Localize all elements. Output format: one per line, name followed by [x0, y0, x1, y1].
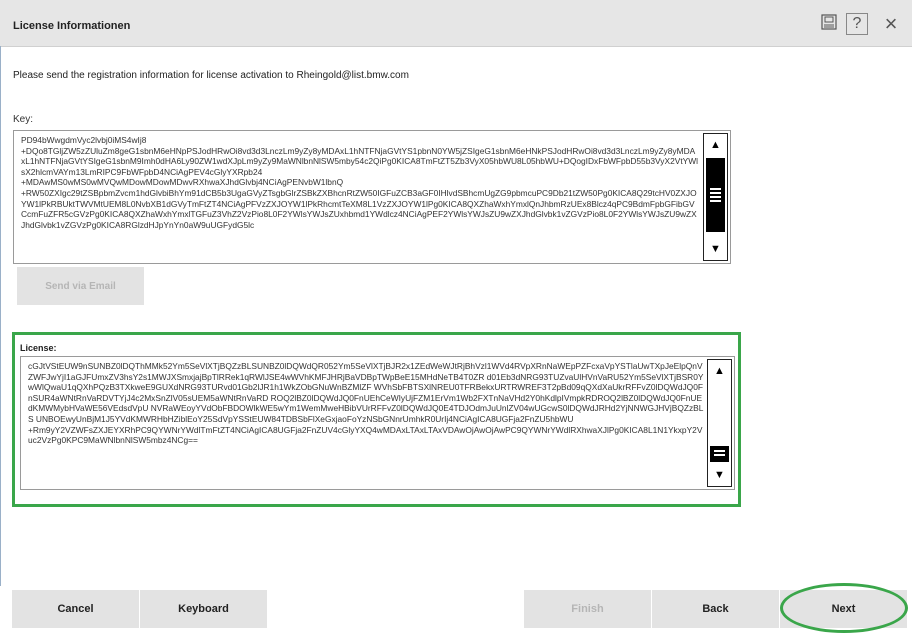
key-label: Key:: [13, 114, 34, 125]
grip-line: [710, 200, 721, 202]
help-icon: ?: [852, 15, 862, 32]
left-border: [0, 46, 1, 634]
arrow-up-icon: ▲: [714, 365, 725, 377]
help-button[interactable]: ?: [846, 13, 868, 35]
finish-button[interactable]: Finish: [524, 590, 651, 628]
license-label: License:: [20, 343, 57, 353]
license-text: cGJtVStEUW9nSUNBZ0lDQThMMk52Ym5SeVlXTjBQ…: [28, 361, 704, 446]
close-button[interactable]: ×: [880, 11, 902, 36]
scroll-thumb[interactable]: [706, 158, 725, 232]
grip-line: [710, 196, 721, 198]
window-title: License Informationen: [13, 20, 131, 32]
scroll-thumb[interactable]: [710, 446, 729, 462]
send-via-email-button[interactable]: Send via Email: [17, 267, 144, 305]
keyboard-button[interactable]: Keyboard: [140, 590, 267, 628]
scroll-up-button[interactable]: ▲: [708, 360, 731, 382]
scroll-down-button[interactable]: ▼: [704, 238, 727, 260]
arrow-down-icon: ▼: [710, 243, 721, 255]
arrow-up-icon: ▲: [710, 139, 721, 151]
license-textarea[interactable]: cGJtVStEUW9nSUNBZ0lDQThMMk52Ym5SeVlXTjBQ…: [20, 356, 735, 490]
license-scrollbar[interactable]: ▲ ▼: [707, 359, 732, 487]
close-icon: ×: [884, 11, 898, 36]
grip-line: [710, 188, 721, 190]
grip-line: [710, 192, 721, 194]
printer-icon: [820, 13, 838, 35]
scroll-up-button[interactable]: ▲: [704, 134, 727, 156]
cancel-button[interactable]: Cancel: [12, 590, 139, 628]
key-text: PD94bWwgdmVyc2lvbj0iMS4wIj8 +DQo8TGljZW5…: [21, 135, 698, 230]
title-bar: License Informationen ? ×: [0, 0, 912, 47]
back-button[interactable]: Back: [652, 590, 779, 628]
key-textarea[interactable]: PD94bWwgdmVyc2lvbj0iMS4wIj8 +DQo8TGljZW5…: [13, 130, 731, 264]
scroll-down-button[interactable]: ▼: [708, 464, 731, 486]
next-highlight: [780, 583, 908, 633]
grip-line: [714, 450, 725, 452]
instruction-text: Please send the registration information…: [13, 70, 409, 81]
arrow-down-icon: ▼: [714, 469, 725, 481]
print-button[interactable]: [818, 13, 840, 35]
grip-line: [714, 454, 725, 456]
key-scrollbar[interactable]: ▲ ▼: [703, 133, 728, 261]
